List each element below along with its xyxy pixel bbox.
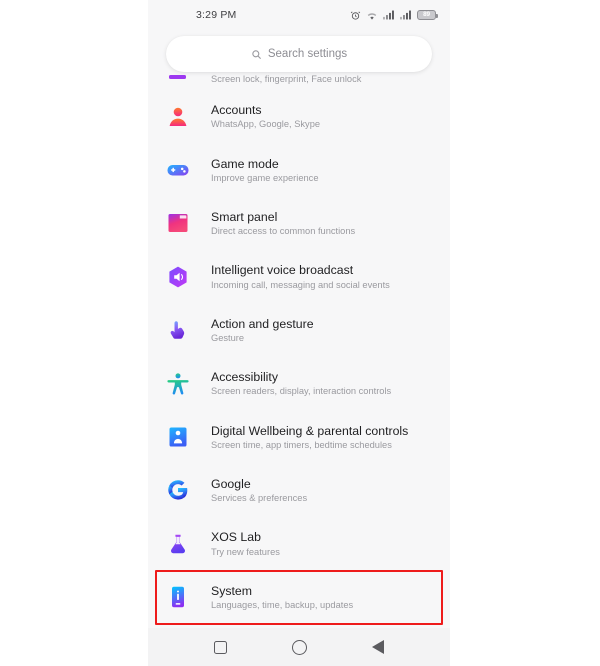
list-item-title: Accounts [211,103,262,118]
battery-icon: 89 [417,10,438,20]
google-g-icon [165,477,191,503]
list-item-subtitle: Screen time, app timers, bedtime schedul… [211,439,392,450]
phone-screen: 3:29 PM 89 Search settings Screen lock, … [148,0,450,666]
list-item-action-gesture[interactable]: Action and gesture Gesture [148,304,450,357]
search-input[interactable]: Search settings [166,36,432,72]
accounts-person-icon [165,104,191,130]
security-icon [165,74,191,86]
pointing-hand-icon [165,317,191,343]
search-placeholder: Search settings [267,48,348,60]
list-item-system[interactable]: System Languages, time, backup, updates [148,571,450,624]
gamepad-icon [165,157,191,183]
list-item-subtitle: Screen lock, fingerprint, Face unlock [211,74,362,84]
alarm-clock-icon [350,11,361,20]
accessibility-person-icon [165,371,191,397]
list-item-subtitle: Direct access to common functions [211,226,356,237]
list-item-voice-broadcast[interactable]: Intelligent voice broadcast Incoming cal… [148,250,450,303]
navigation-bar [148,628,450,666]
list-item-subtitle: Screen readers, display, interaction con… [211,386,392,397]
voice-broadcast-hexagon-icon [165,264,191,290]
wifi-icon [367,12,377,20]
square-recents-icon[interactable] [214,640,228,654]
list-item-title: Digital Wellbeing & parental controls [211,423,409,438]
list-item-accessibility[interactable]: Accessibility Screen readers, display, i… [148,357,450,410]
list-item-title: Accessibility [211,370,278,385]
list-item-smart-panel[interactable]: Smart panel Direct access to common func… [148,197,450,250]
search-container: Search settings [148,30,450,72]
list-item-xos-lab[interactable]: XOS Lab Try new features [148,517,450,570]
list-item-subtitle: Languages, time, backup, updates [211,599,354,610]
flask-icon [165,531,191,557]
signal-bars-icon [400,10,411,20]
list-item-subtitle: Gesture [211,332,245,343]
list-item-subtitle: Services & preferences [211,493,308,504]
list-item-title: Smart panel [211,210,278,225]
list-item-google[interactable]: Google Services & preferences [148,464,450,517]
list-item-title: Action and gesture [211,316,314,331]
settings-list: Screen lock, fingerprint, Face unlock Ac… [148,72,450,625]
status-bar: 3:29 PM 89 [148,0,450,30]
list-item-accounts[interactable]: Accounts WhatsApp, Google, Skype [148,90,450,143]
list-item-title: Intelligent voice broadcast [211,263,354,278]
signal-bars-icon [383,10,394,20]
list-item-subtitle: Incoming call, messaging and social even… [211,279,390,290]
list-item-subtitle: Try new features [211,546,280,557]
triangle-back-icon[interactable] [371,640,384,654]
search-icon [252,49,261,59]
list-item-subtitle: WhatsApp, Google, Skype [211,119,321,130]
status-time: 3:29 PM [196,9,237,21]
list-item-title: Game mode [211,156,279,171]
circle-home-icon[interactable] [291,639,307,655]
system-phone-icon [165,584,191,610]
status-icons: 89 [350,10,438,21]
list-item-title: Google [211,477,251,492]
battery-level: 89 [423,10,430,18]
digital-wellbeing-icon [165,424,191,450]
list-item-game-mode[interactable]: Game mode Improve game experience [148,143,450,196]
list-item-title: System [211,583,252,598]
list-item-subtitle: Improve game experience [211,172,319,183]
list-item-title: XOS Lab [211,530,261,545]
smart-panel-icon [165,210,191,236]
list-item-digital-wellbeing[interactable]: Digital Wellbeing & parental controls Sc… [148,410,450,463]
list-item-partial[interactable]: Screen lock, fingerprint, Face unlock [148,74,450,90]
